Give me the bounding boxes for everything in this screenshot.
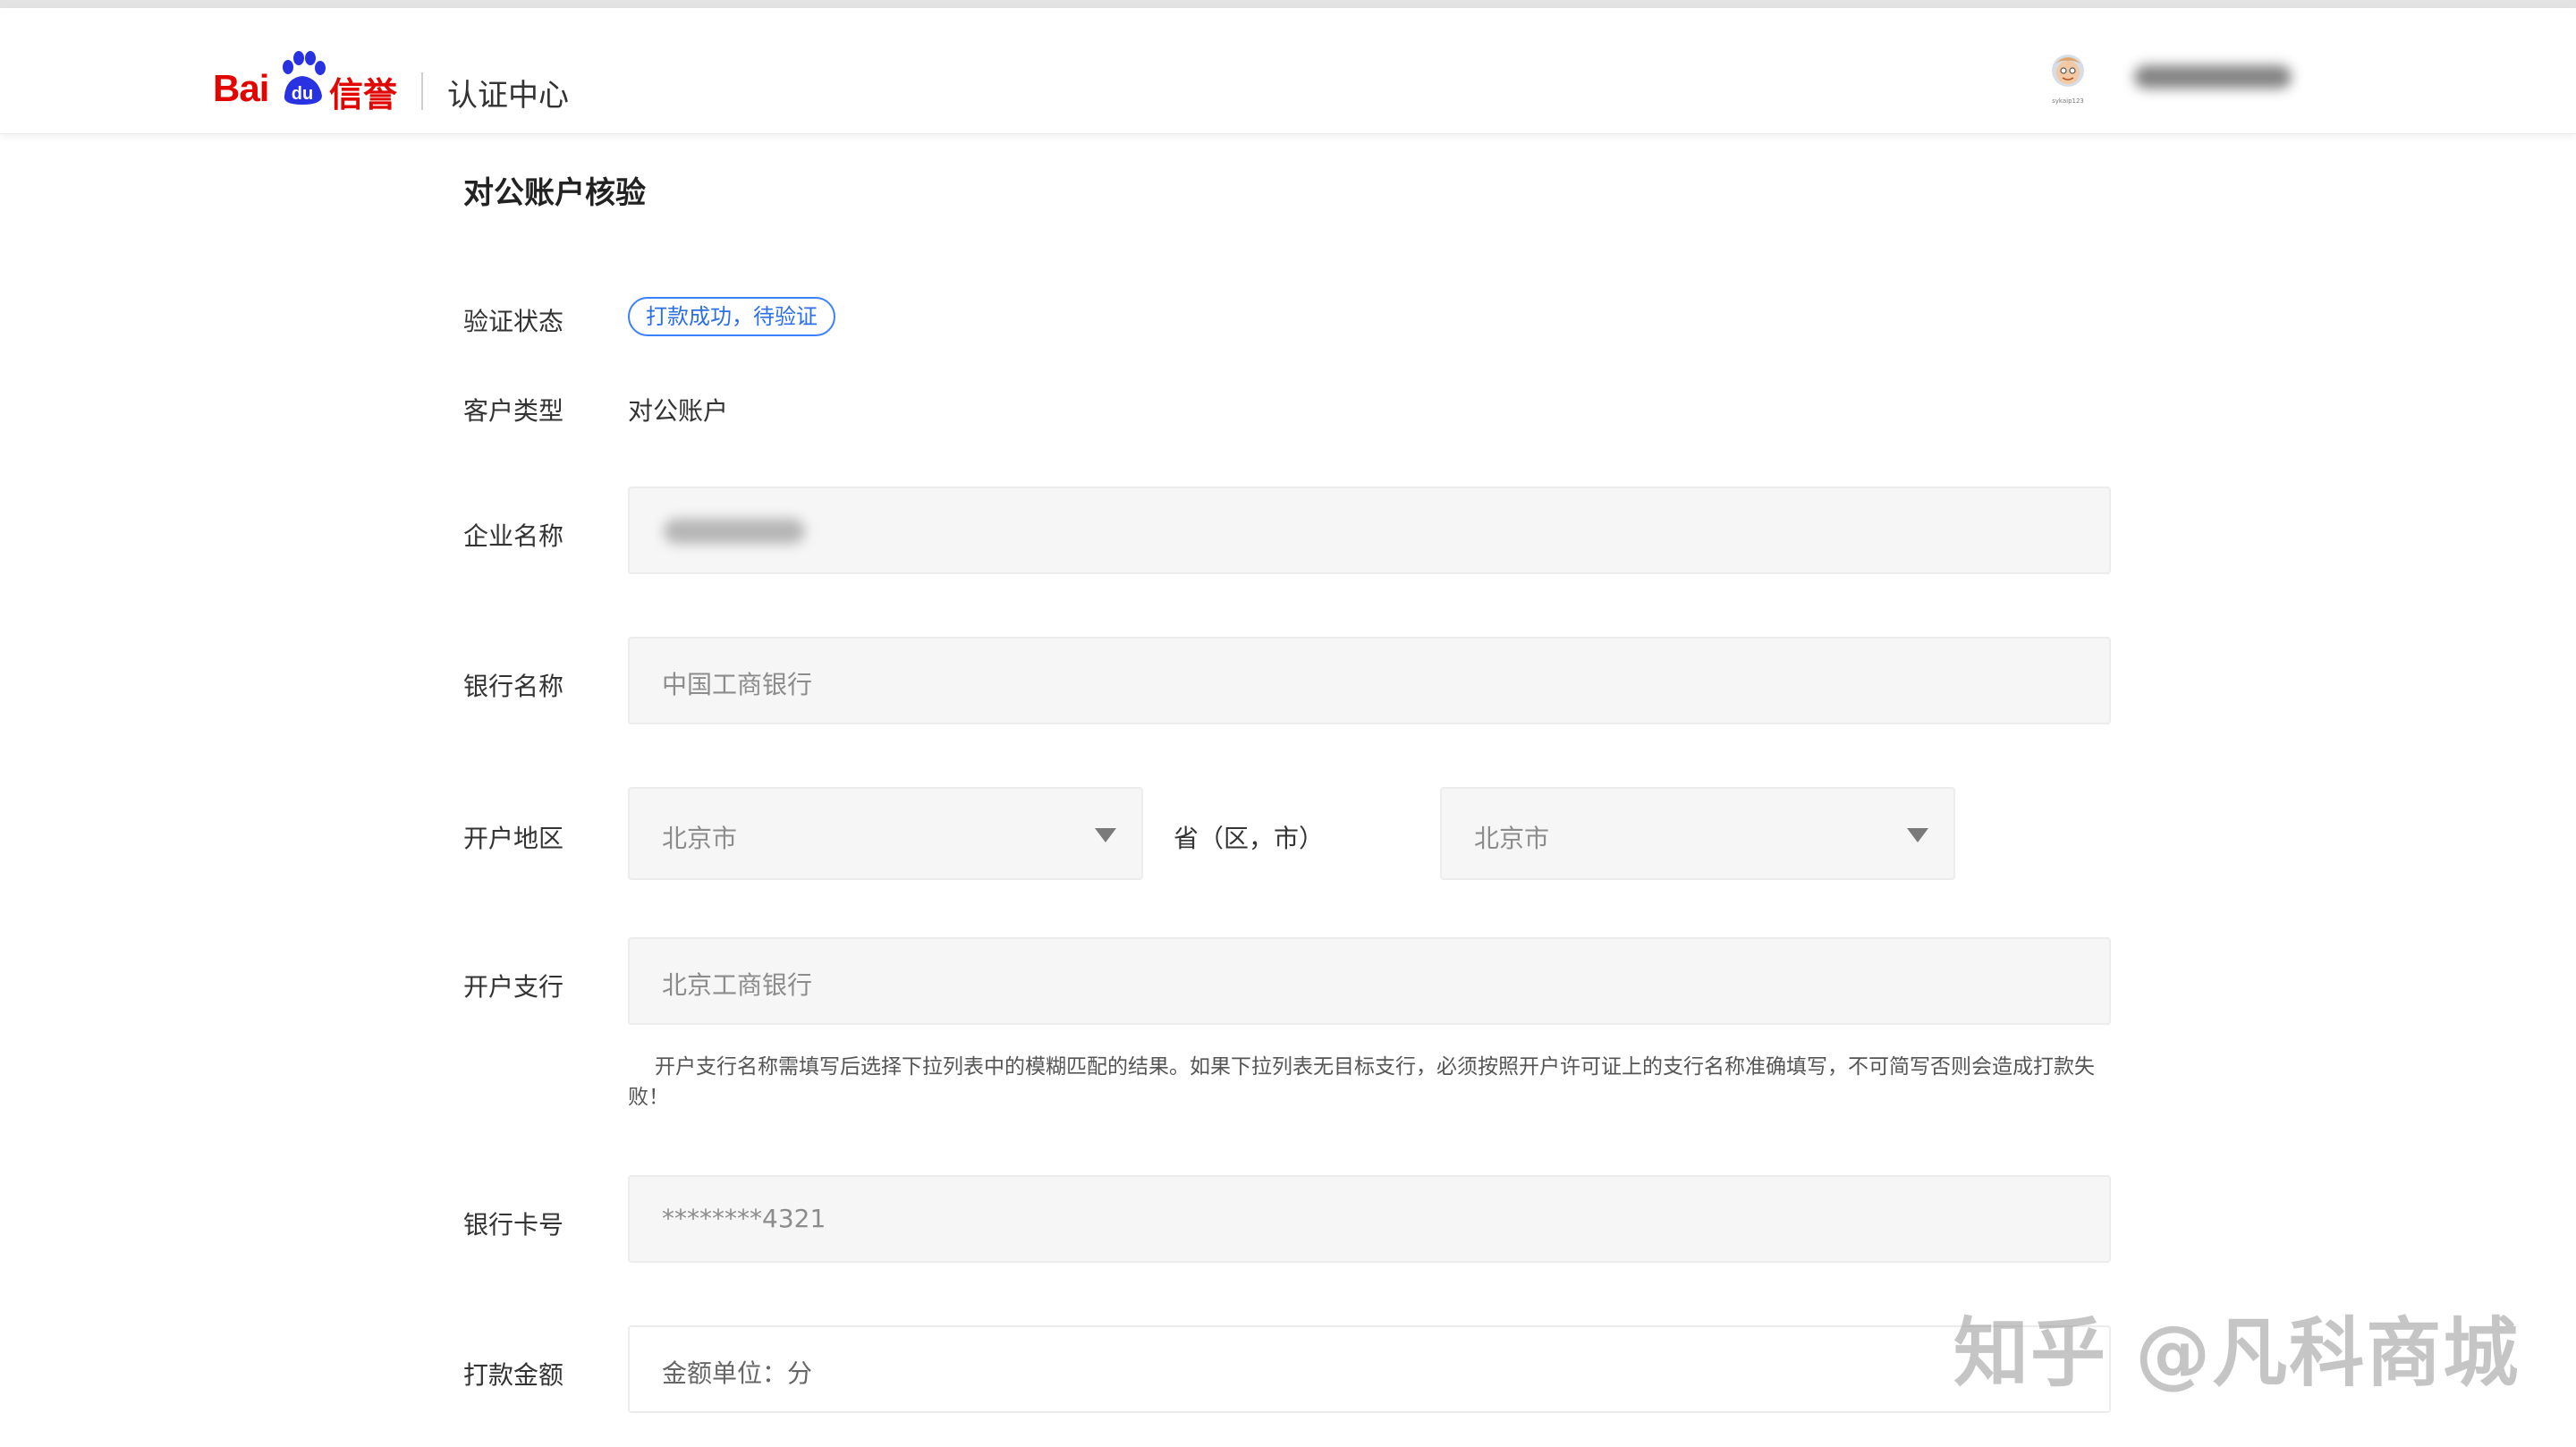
baidu-paw-icon: du xyxy=(283,51,326,105)
chevron-down-icon xyxy=(1907,828,1928,842)
company-name-label: 企业名称 xyxy=(463,521,564,551)
branch-value: 北京工商银行 xyxy=(662,970,813,1000)
province-value: 北京市 xyxy=(662,824,738,853)
chevron-down-icon xyxy=(1095,828,1116,842)
bank-name-field[interactable]: 中国工商银行 xyxy=(628,637,2111,724)
username-blurred[interactable]: ██████ xyxy=(2134,65,2292,89)
region-label: 开户地区 xyxy=(463,824,564,853)
branch-hint: 开户支行名称需填写后选择下拉列表中的模糊匹配的结果。如果下拉列表无目标支行，必须… xyxy=(628,1055,2095,1109)
header-divider xyxy=(421,72,423,110)
card-number-value: ********4321 xyxy=(662,1204,826,1233)
bank-name-label: 银行名称 xyxy=(463,672,564,701)
branch-label: 开户支行 xyxy=(463,972,564,1002)
user-avatar[interactable]: sykaip123 xyxy=(2046,51,2089,105)
amount-label: 打款金额 xyxy=(463,1360,564,1390)
status-label: 验证状态 xyxy=(463,307,564,336)
baidu-xinyu-logo[interactable]: Bai du 信誉 xyxy=(213,46,401,114)
company-name-field[interactable]: █████ xyxy=(628,487,2111,574)
province-unit-label: 省（区，市） xyxy=(1174,824,1325,853)
city-value: 北京市 xyxy=(1474,824,1550,853)
zhihu-watermark: 知乎 @凡科商城 xyxy=(1953,1309,2521,1397)
branch-field[interactable]: 北京工商银行 xyxy=(628,937,2111,1025)
bank-name-value: 中国工商银行 xyxy=(662,670,813,699)
card-number-label: 银行卡号 xyxy=(463,1210,564,1240)
logo-brand: 信誉 xyxy=(329,75,398,114)
province-select[interactable]: 北京市 xyxy=(628,787,1143,880)
amount-input[interactable]: 金额单位：分 xyxy=(628,1325,2111,1413)
status-badge: 打款成功，待验证 xyxy=(628,297,835,336)
site-header: Bai du 信誉 认证中心 sykaip123 ██████ xyxy=(0,8,2576,134)
card-number-field[interactable]: ********4321 xyxy=(628,1175,2111,1263)
customer-type-label: 客户类型 xyxy=(463,396,564,426)
header-title: 认证中心 xyxy=(447,78,569,114)
logo-text: Bai xyxy=(213,67,269,109)
amount-placeholder: 金额单位：分 xyxy=(662,1358,813,1388)
avatar-caption: sykaip123 xyxy=(2052,97,2084,105)
page-title: 对公账户核验 xyxy=(463,175,646,211)
window-top-edge xyxy=(0,0,2576,8)
city-select[interactable]: 北京市 xyxy=(1440,787,1955,880)
company-name-value-blurred: █████ xyxy=(664,519,805,544)
customer-type-value: 对公账户 xyxy=(628,396,729,426)
logo-paw-text: du xyxy=(292,84,313,104)
